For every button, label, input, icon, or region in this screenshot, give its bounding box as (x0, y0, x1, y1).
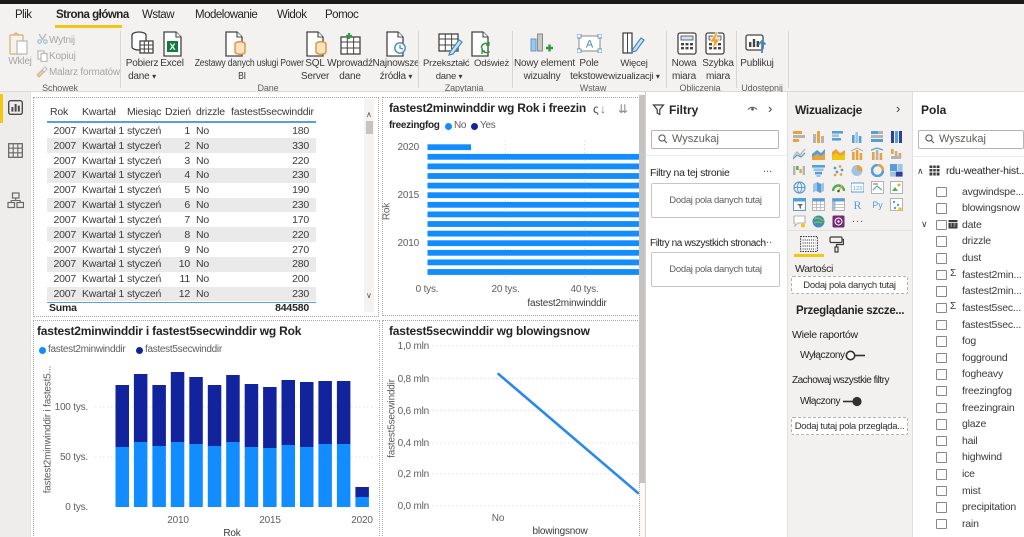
svg-text:Py: Py (872, 200, 883, 210)
svg-text:R: R (853, 198, 861, 211)
svg-text:123: 123 (853, 186, 862, 192)
svg-text:A: A (586, 39, 594, 51)
svg-text:X: X (169, 42, 175, 52)
